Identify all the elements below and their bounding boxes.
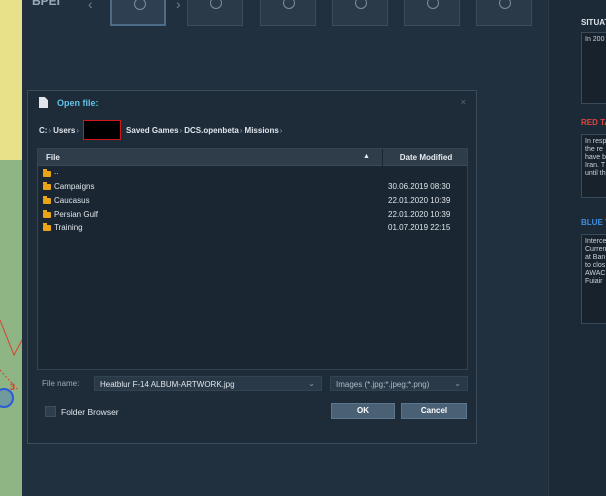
file-list-header: File ▲ Date Modified (38, 149, 467, 166)
chevron-right-icon: › (76, 125, 80, 135)
red-task-textbox[interactable]: In resp the re have b Iran. T until th (581, 134, 606, 198)
image-icon (427, 0, 439, 9)
list-item-name: .. (54, 167, 59, 176)
situation-text: In 200 (585, 36, 605, 43)
screen: 3 БРЕГ ‹ › › SITUAT In 200 RED TA In res… (0, 0, 606, 496)
folder-icon (43, 196, 51, 204)
chevron-down-icon[interactable]: ⌄ (454, 379, 461, 388)
list-item-date: 22.01.2020 10:39 (388, 196, 451, 205)
blue-task-title: BLUE T (581, 218, 606, 227)
file-type-value: Images (*.jpg;*.jpeg;*.png) (336, 380, 430, 389)
thumbnail-slot-2[interactable] (187, 0, 243, 26)
red-task-text: In resp the re have b Iran. T until th (585, 138, 606, 177)
thumbnail-slot-5[interactable] (404, 0, 460, 26)
folder-browser-label[interactable]: Folder Browser (61, 407, 119, 417)
image-icon (283, 0, 295, 9)
cancel-button[interactable]: Cancel (401, 403, 467, 419)
chevron-left-icon[interactable]: ‹ (88, 0, 93, 12)
document-icon (39, 97, 48, 108)
list-item-date: 01.07.2019 22:15 (388, 223, 451, 232)
list-item-date: 30.06.2019 08:30 (388, 182, 451, 191)
situation-textbox[interactable]: In 200 (581, 32, 606, 104)
ok-button[interactable]: OK (331, 403, 395, 419)
dialog-header: Open file: × (28, 91, 476, 115)
list-item-name: Training (54, 223, 83, 232)
chevron-down-icon[interactable]: ⌄ (308, 379, 315, 388)
column-header-date-modified[interactable]: Date Modified (382, 149, 469, 166)
list-item-date: 22.01.2020 10:39 (388, 210, 451, 219)
breadcrumb-users[interactable]: Users (53, 126, 75, 135)
folder-browser-checkbox[interactable] (45, 406, 56, 417)
breadcrumb-saved-games[interactable]: Saved Games (126, 126, 178, 135)
folder-icon (43, 169, 51, 177)
list-item[interactable]: Campaigns 30.06.2019 08:30 (38, 181, 467, 194)
chevron-right-icon[interactable]: › (176, 0, 181, 12)
thumbnail-slot-3[interactable] (260, 0, 316, 26)
list-item[interactable]: .. (38, 167, 467, 181)
list-item-name: Campaigns (54, 182, 95, 191)
map-region-yellow (0, 0, 22, 160)
list-item[interactable]: Caucasus 22.01.2020 10:39 (38, 195, 467, 208)
blue-task-textbox[interactable]: Interce Curren at Ban to clos AWAC Fuiai… (581, 234, 606, 324)
file-name-value: Heatblur F-14 ALBUM-ARTWORK.jpg (100, 380, 235, 389)
image-icon (499, 0, 511, 9)
folder-icon (43, 210, 51, 218)
list-item-name: Persian Gulf (54, 210, 99, 219)
file-list[interactable]: File ▲ Date Modified .. Campaigns 30.06.… (37, 148, 468, 370)
close-icon[interactable]: × (461, 97, 466, 107)
thumbnail-slot-6[interactable] (476, 0, 532, 26)
file-name-input[interactable]: Heatblur F-14 ALBUM-ARTWORK.jpg ⌄ (94, 376, 322, 391)
column-header-file[interactable]: File (46, 153, 60, 162)
chevron-right-icon: › (48, 125, 52, 135)
breadcrumb-missions[interactable]: Missions (245, 126, 279, 135)
blue-task-text: Interce Curren at Ban to clos AWAC Fuiai… (585, 238, 606, 285)
thumbnail-slot-1[interactable] (110, 0, 166, 26)
topbar-label: БРЕГ (32, 0, 64, 8)
breadcrumb-drive[interactable]: C: (39, 126, 47, 135)
image-icon (210, 0, 222, 9)
map-marker-number: 3 (10, 382, 16, 392)
breadcrumb-dcs-openbeta[interactable]: DCS.openbeta (184, 126, 239, 135)
breadcrumb-redacted-username[interactable] (83, 120, 122, 140)
red-task-title: RED TA (581, 118, 606, 127)
list-item[interactable]: Persian Gulf 22.01.2020 10:39 (38, 209, 467, 222)
list-item-name: Caucasus (54, 196, 90, 205)
open-file-dialog: Open file: × C: › Users › Saved Games › DCS… (27, 90, 477, 444)
file-name-label: File name: (42, 379, 80, 388)
folder-icon (43, 223, 51, 231)
file-type-select[interactable]: Images (*.jpg;*.jpeg;*.png) ⌄ (330, 376, 468, 391)
dialog-title: Open file: (57, 98, 99, 108)
chevron-right-icon: › (239, 125, 243, 135)
sort-ascending-icon[interactable]: ▲ (363, 153, 370, 160)
thumbnail-bar: БРЕГ ‹ › › (22, 0, 578, 32)
chevron-right-icon: › (279, 125, 283, 135)
map-background[interactable]: 3 (0, 0, 22, 496)
image-icon (355, 0, 367, 9)
breadcrumb: C: › Users › Saved Games › DCS.openbeta › Mi… (39, 120, 284, 140)
briefing-panel: SITUAT In 200 RED TA In resp the re have… (548, 0, 606, 496)
folder-icon (43, 182, 51, 190)
image-icon (134, 0, 146, 10)
list-item[interactable]: Training 01.07.2019 22:15 (38, 222, 467, 235)
thumbnail-slot-4[interactable] (332, 0, 388, 26)
chevron-right-icon: › (179, 125, 183, 135)
situation-title: SITUAT (581, 18, 606, 27)
